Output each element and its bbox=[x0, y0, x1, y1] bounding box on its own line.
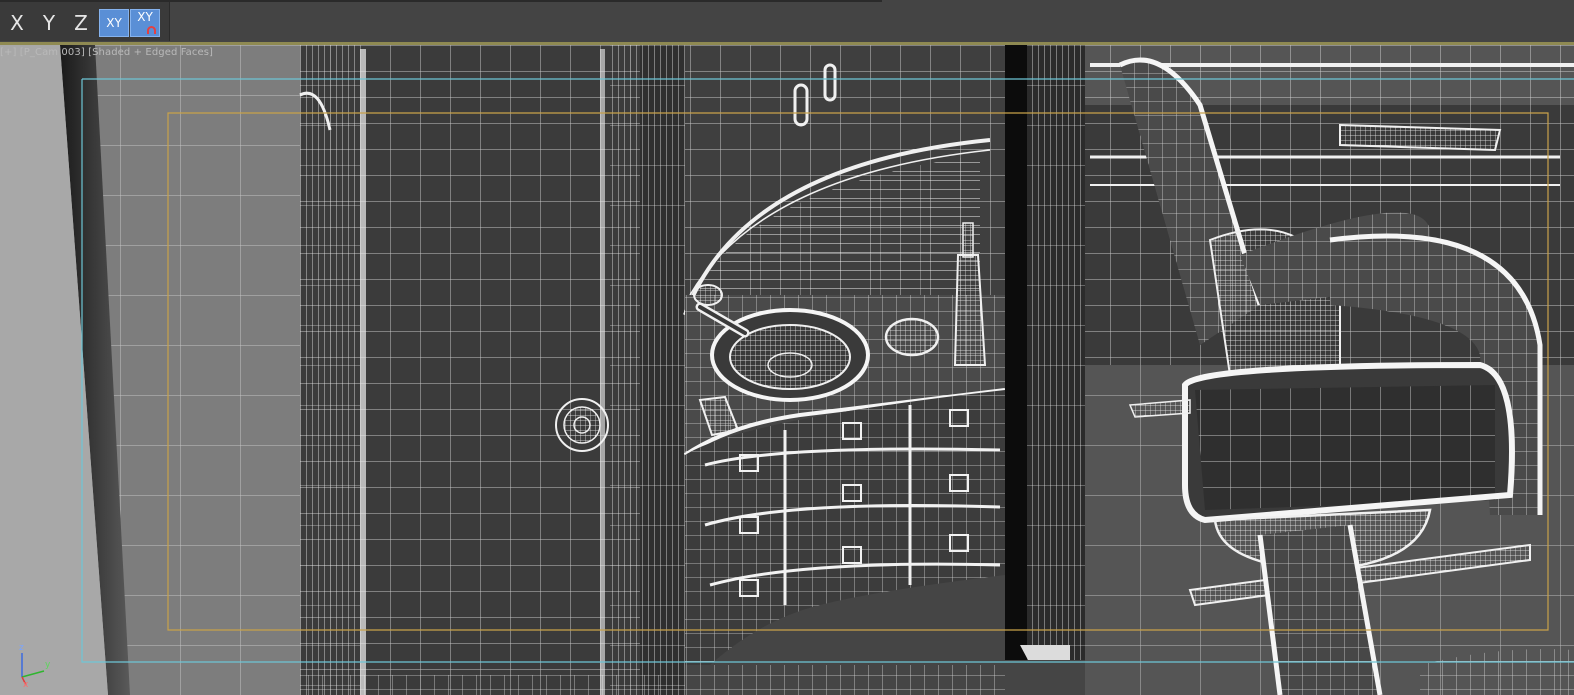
xy-snap-label: XY bbox=[137, 10, 153, 24]
constrain-xy-button[interactable]: XY bbox=[99, 9, 129, 37]
axis-tripod-icon: z y x bbox=[12, 643, 62, 691]
viewport-camera-menu[interactable]: [P_Cam 003] bbox=[20, 47, 85, 58]
constrain-y-button[interactable]: Y bbox=[38, 9, 60, 37]
viewport-label-menu: [+] [P_Cam 003] [Shaded + Edged Faces] bbox=[0, 47, 213, 58]
constrain-x-button[interactable]: X bbox=[6, 9, 28, 37]
viewport-shading-menu[interactable]: [Shaded + Edged Faces] bbox=[88, 47, 213, 58]
viewport-general-menu[interactable]: [+] bbox=[0, 47, 16, 58]
axis-constraints-toolbar: X Y Z XY XY bbox=[0, 0, 1574, 42]
gizmo-y-label: y bbox=[45, 660, 51, 670]
camera-viewport[interactable]: [+] [P_Cam 003] [Shaded + Edged Faces] z… bbox=[0, 45, 1574, 695]
magnet-icon bbox=[147, 26, 156, 34]
wireframe-scene bbox=[0, 45, 1574, 695]
gizmo-z-label: z bbox=[19, 643, 24, 653]
constrain-z-button[interactable]: Z bbox=[70, 9, 92, 37]
gizmo-x-label: x bbox=[23, 680, 29, 690]
axis-constraints-panel: X Y Z XY XY bbox=[0, 2, 170, 41]
xy-snap-toggle-button[interactable]: XY bbox=[130, 9, 160, 37]
